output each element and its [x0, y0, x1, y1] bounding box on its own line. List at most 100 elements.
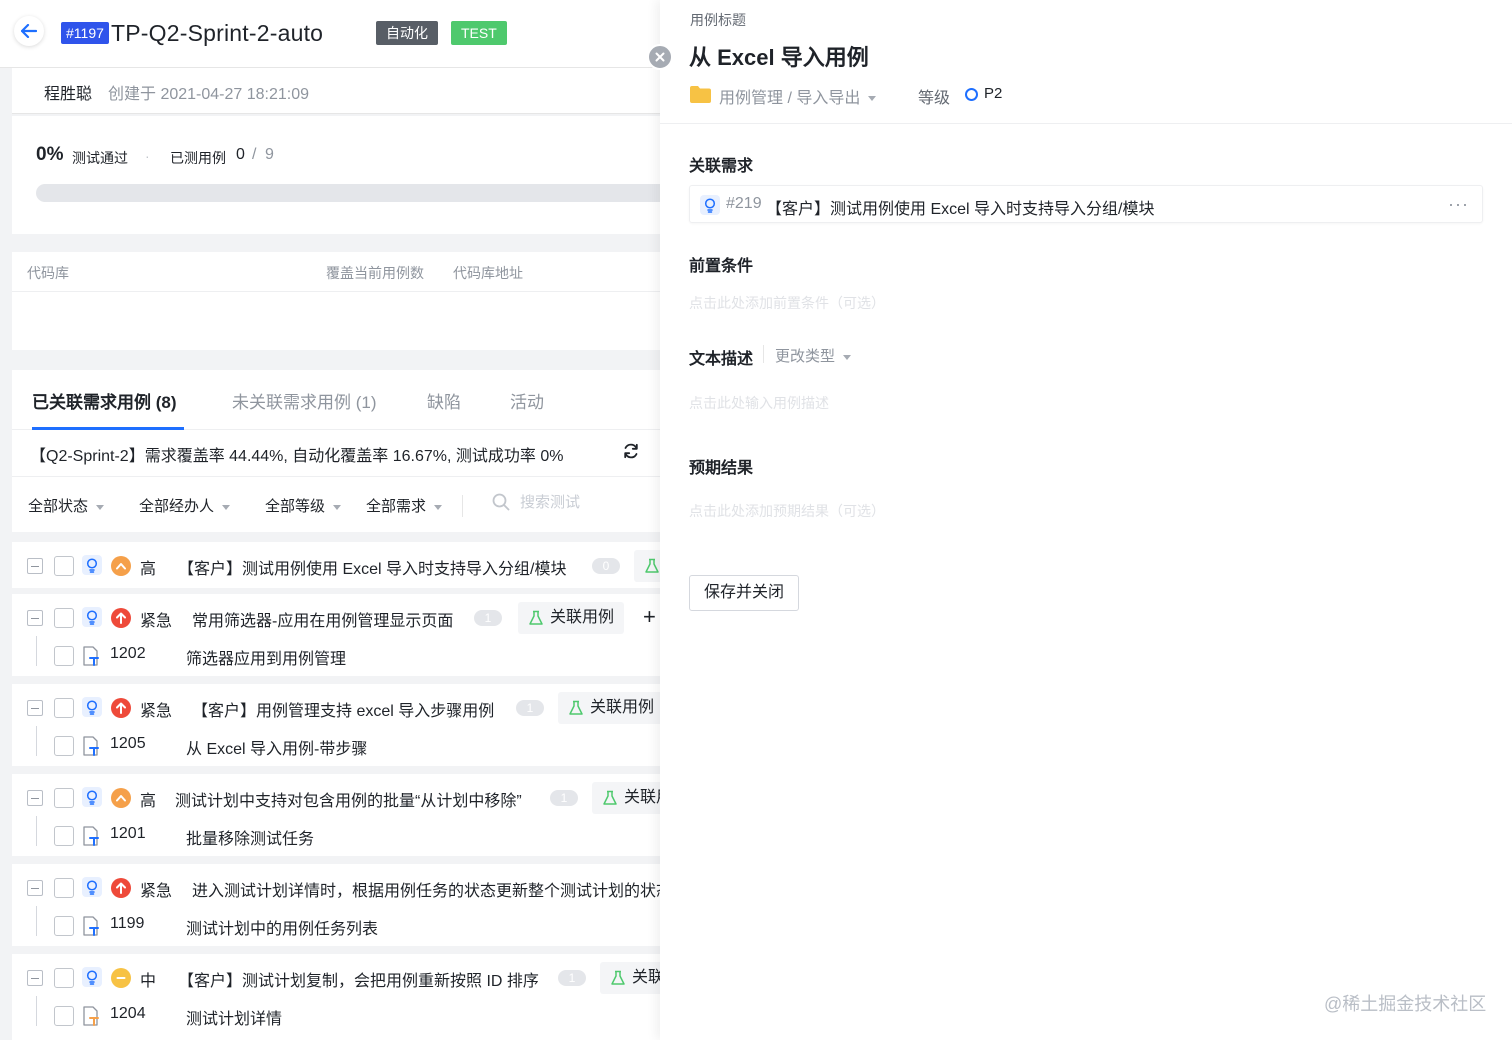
level-select[interactable]: P2 [984, 85, 1002, 102]
chevron-down-icon [843, 354, 852, 360]
link-case-button[interactable]: 关联用例 [592, 782, 660, 814]
tab-unlinked-cases[interactable]: 未关联需求用例 (1) [232, 388, 377, 413]
filter-requirement[interactable]: 全部需求 [366, 495, 443, 516]
flask-icon [529, 610, 543, 625]
case-title[interactable]: 批量移除测试任务 [186, 825, 314, 849]
row-checkbox[interactable] [54, 1006, 74, 1026]
requirement-title[interactable]: 【客户】测试计划复制，会把用例重新按照 ID 排序 [178, 967, 539, 991]
col-cover-count: 覆盖当前用例数 [326, 265, 424, 281]
tab-linked-cases[interactable]: 已关联需求用例 (8) [32, 388, 177, 413]
link-case-button[interactable]: 关联用例 [518, 602, 625, 634]
expected-result-input[interactable]: 点击此处添加预期结果（可选） [689, 501, 885, 521]
row-checkbox[interactable] [54, 916, 74, 936]
plan-meta: 程胜聪 创建于 2021-04-27 18:21:09 [12, 68, 660, 114]
filter-assignee[interactable]: 全部经办人 [139, 495, 231, 516]
precondition-input[interactable]: 点击此处添加前置条件（可选） [689, 293, 885, 313]
link-case-label: 关联用例 [624, 789, 660, 806]
collapse-toggle[interactable] [27, 558, 43, 574]
linked-requirement-card[interactable]: #219 【客户】测试用例使用 Excel 导入时支持导入分组/模块 ··· [689, 185, 1483, 223]
priority-label: 紧急 [140, 883, 173, 900]
tree-line [36, 996, 37, 1026]
collapse-toggle[interactable] [27, 790, 43, 806]
tree-line [36, 816, 37, 846]
chevron-down-icon [222, 504, 231, 510]
case-title[interactable]: 测试计划详情 [186, 1005, 282, 1029]
row-checkbox[interactable] [54, 556, 74, 576]
requirement-id: #219 [726, 195, 762, 212]
row-checkbox[interactable] [54, 698, 74, 718]
priority-label: 高 [140, 793, 157, 810]
row-checkbox[interactable] [54, 646, 74, 666]
plan-author[interactable]: 程胜聪 [44, 80, 92, 104]
change-type-select[interactable]: 更改类型 [775, 345, 852, 366]
module-path-select[interactable]: 用例管理 / 导入导出 [719, 84, 877, 108]
arrow-left-icon [21, 24, 37, 38]
link-case-button[interactable] [634, 550, 660, 582]
case-title-caption: 用例标题 [690, 12, 746, 28]
collapse-toggle[interactable] [27, 610, 43, 626]
lightbulb-icon [700, 195, 720, 215]
requirement-title[interactable]: 常用筛选器-应用在用例管理显示页面 [192, 607, 453, 631]
row-checkbox[interactable] [54, 736, 74, 756]
link-case-button[interactable]: 关联用例 [558, 692, 660, 724]
requirement-title[interactable]: 【客户】用例管理支持 excel 导入步骤用例 [192, 697, 494, 721]
flask-icon [569, 700, 583, 715]
row-checkbox[interactable] [54, 878, 74, 898]
link-case-button[interactable]: 关联用例 [600, 962, 660, 994]
search-box [492, 493, 640, 511]
col-repo: 代码库 [27, 265, 69, 281]
row-checkbox[interactable] [54, 608, 74, 628]
priority-urgent-icon [111, 698, 131, 718]
link-case-label: 关联用例 [550, 609, 615, 626]
more-options-icon[interactable]: ··· [1448, 194, 1469, 215]
tab-defects[interactable]: 缺陷 [427, 388, 461, 413]
collapse-toggle[interactable] [27, 700, 43, 716]
add-case-button[interactable]: + [643, 604, 656, 630]
case-row[interactable]: 1201 批量移除测试任务 [12, 816, 660, 856]
search-input[interactable] [520, 493, 640, 511]
case-count-badge: 1 [474, 610, 502, 626]
close-drawer-button[interactable] [647, 44, 673, 70]
requirement-row[interactable]: 高 【客户】测试用例使用 Excel 导入时支持导入分组/模块 0 [12, 546, 660, 586]
chevron-down-icon [868, 96, 877, 102]
row-checkbox[interactable] [54, 788, 74, 808]
case-title[interactable]: 从 Excel 导入用例-带步骤 [186, 735, 367, 759]
requirement-title[interactable]: 【客户】测试用例使用 Excel 导入时支持导入分组/模块 [766, 195, 1154, 219]
case-id: 1205 [110, 735, 146, 752]
repo-table-header: 代码库 覆盖当前用例数 代码库地址 [12, 252, 660, 292]
chevron-down-icon [434, 504, 443, 510]
tab-activity[interactable]: 活动 [510, 388, 544, 413]
requirement-row[interactable]: 高 测试计划中支持对包含用例的批量“从计划中移除” 1 关联用例 [12, 778, 660, 818]
case-row[interactable]: 1204 测试计划详情 [12, 996, 660, 1036]
row-checkbox[interactable] [54, 826, 74, 846]
case-row[interactable]: 1205 从 Excel 导入用例-带步骤 [12, 726, 660, 766]
case-row[interactable]: 1199 测试计划中的用例任务列表 [12, 906, 660, 946]
description-input[interactable]: 点击此处输入用例描述 [689, 393, 829, 413]
collapse-toggle[interactable] [27, 880, 43, 896]
requirement-row[interactable]: 紧急 进入测试计划详情时，根据用例任务的状态更新整个测试计划的状态 [12, 868, 660, 908]
divider [462, 495, 463, 517]
requirement-row[interactable]: 中 【客户】测试计划复制，会把用例重新按照 ID 排序 1 关联用例 [12, 958, 660, 998]
case-title[interactable]: 测试计划中的用例任务列表 [186, 915, 378, 939]
save-and-close-button[interactable]: 保存并关闭 [689, 575, 800, 611]
case-title[interactable]: 从 Excel 导入用例 [689, 40, 869, 72]
requirement-title[interactable]: 测试计划中支持对包含用例的批量“从计划中移除” [175, 787, 522, 811]
filter-level[interactable]: 全部等级 [265, 495, 342, 516]
filter-status[interactable]: 全部状态 [28, 495, 105, 516]
requirement-title[interactable]: 进入测试计划详情时，根据用例任务的状态更新整个测试计划的状态 [192, 877, 660, 901]
requirement-row[interactable]: 紧急 【客户】用例管理支持 excel 导入步骤用例 1 关联用例 [12, 688, 660, 728]
case-id: 1199 [110, 915, 145, 932]
refresh-icon[interactable] [622, 442, 640, 460]
case-row[interactable]: 1202 筛选器应用到用例管理 [12, 636, 660, 676]
case-title[interactable]: 筛选器应用到用例管理 [186, 645, 346, 669]
case-tabs-card: 已关联需求用例 (8) 未关联需求用例 (1) 缺陷 活动 【Q2-Sprint… [12, 370, 660, 532]
test-case-doc-icon [83, 736, 99, 756]
section-expected-result: 预期结果 [689, 460, 754, 477]
back-button[interactable] [14, 16, 44, 46]
collapse-toggle[interactable] [27, 970, 43, 986]
dot-separator: · [145, 148, 150, 164]
row-checkbox[interactable] [54, 968, 74, 988]
filter-bar: 全部状态 全部经办人 全部等级 全部需求 [12, 476, 660, 532]
requirement-row[interactable]: 紧急 常用筛选器-应用在用例管理显示页面 1 关联用例 + [12, 598, 660, 638]
requirement-title[interactable]: 【客户】测试用例使用 Excel 导入时支持导入分组/模块 [178, 555, 566, 579]
